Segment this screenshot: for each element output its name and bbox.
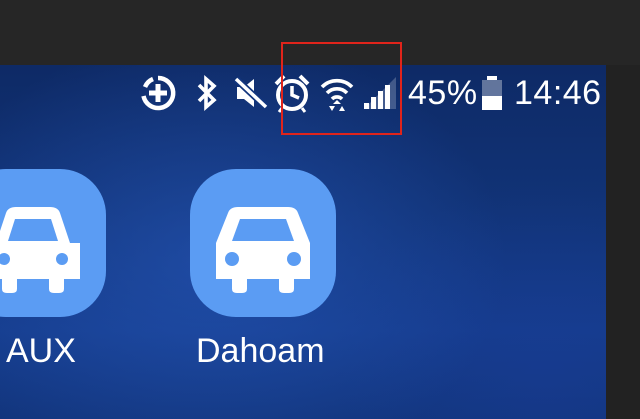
app-label-aux[interactable]: AUX xyxy=(6,329,76,373)
battery-percent: 45% xyxy=(408,74,478,112)
device-bezel xyxy=(606,65,640,419)
app-icon-dahoam[interactable] xyxy=(190,169,336,317)
highlight-box xyxy=(281,42,402,135)
app-icon-aux[interactable] xyxy=(0,169,106,317)
bluetooth-icon xyxy=(197,75,217,111)
app-label-dahoam[interactable]: Dahoam xyxy=(196,329,325,373)
battery-icon xyxy=(482,76,502,110)
data-saver-icon xyxy=(141,75,176,111)
car-icon xyxy=(216,207,310,293)
mute-icon xyxy=(233,76,269,110)
clock: 14:46 xyxy=(514,74,602,112)
car-icon xyxy=(0,207,80,293)
